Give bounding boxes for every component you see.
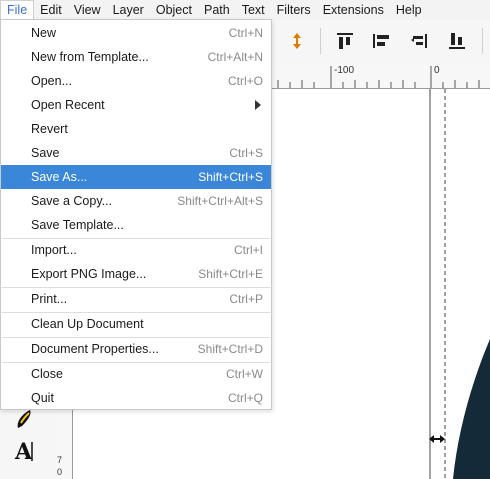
canvas-shape bbox=[453, 339, 490, 479]
ruler-v-label-7: 7 bbox=[57, 455, 63, 465]
menu-item-new[interactable]: New Ctrl+N bbox=[1, 21, 271, 45]
align-top-icon[interactable] bbox=[334, 30, 356, 52]
snap-arrows-icon[interactable] bbox=[286, 30, 308, 52]
menu-item-clean-up-document[interactable]: Clean Up Document bbox=[1, 312, 271, 336]
ruler-v-label-0: 0 bbox=[57, 467, 63, 477]
menu-item-revert[interactable]: Revert bbox=[1, 117, 271, 141]
menu-item-save-as[interactable]: Save As... Shift+Ctrl+S bbox=[1, 165, 271, 189]
menu-item-open[interactable]: Open... Ctrl+O bbox=[1, 69, 271, 93]
file-menu-dropdown: New Ctrl+N New from Template... Ctrl+Alt… bbox=[0, 19, 272, 410]
menu-view[interactable]: View bbox=[68, 0, 107, 20]
menu-file[interactable]: File bbox=[0, 0, 35, 20]
menu-item-quit[interactable]: Quit Ctrl+Q bbox=[1, 386, 271, 410]
menu-path[interactable]: Path bbox=[198, 0, 236, 20]
menu-help[interactable]: Help bbox=[390, 0, 428, 20]
menu-filters[interactable]: Filters bbox=[271, 0, 317, 20]
ruler-label-neg100: -100 bbox=[334, 65, 355, 76]
menu-layer[interactable]: Layer bbox=[107, 0, 150, 20]
menu-item-export-png[interactable]: Export PNG Image... Shift+Ctrl+E bbox=[1, 262, 271, 286]
text-tool-icon[interactable]: A bbox=[12, 438, 38, 465]
menu-edit[interactable]: Edit bbox=[34, 0, 68, 20]
ruler-label-0: 0 bbox=[434, 65, 440, 76]
horizontal-ruler[interactable]: -100 0 bbox=[272, 62, 490, 89]
menu-extensions[interactable]: Extensions bbox=[317, 0, 390, 20]
menu-object[interactable]: Object bbox=[150, 0, 198, 20]
menu-item-print[interactable]: Print... Ctrl+P bbox=[1, 287, 271, 311]
align-center-vertical-icon[interactable] bbox=[370, 30, 392, 52]
menu-item-save[interactable]: Save Ctrl+S bbox=[1, 141, 271, 165]
menu-item-open-recent[interactable]: Open Recent bbox=[1, 93, 271, 117]
menu-item-import[interactable]: Import... Ctrl+I bbox=[1, 238, 271, 262]
submenu-arrow-icon bbox=[255, 100, 261, 110]
tool-controls-bar bbox=[272, 20, 490, 63]
align-left-edge-icon[interactable] bbox=[408, 30, 430, 52]
menu-item-document-properties[interactable]: Document Properties... Shift+Ctrl+D bbox=[1, 337, 271, 361]
align-bottom-icon[interactable] bbox=[446, 30, 468, 52]
menu-item-save-template[interactable]: Save Template... bbox=[1, 213, 271, 237]
menu-item-close[interactable]: Close Ctrl+W bbox=[1, 362, 271, 386]
menu-item-new-from-template[interactable]: New from Template... Ctrl+Alt+N bbox=[1, 45, 271, 69]
resize-arrows-icon[interactable] bbox=[429, 433, 445, 445]
menu-bar: File Edit View Layer Object Path Text Fi… bbox=[0, 0, 490, 20]
menu-text[interactable]: Text bbox=[236, 0, 271, 20]
svg-text:A: A bbox=[14, 439, 33, 464]
menu-item-save-a-copy[interactable]: Save a Copy... Shift+Ctrl+Alt+S bbox=[1, 189, 271, 213]
